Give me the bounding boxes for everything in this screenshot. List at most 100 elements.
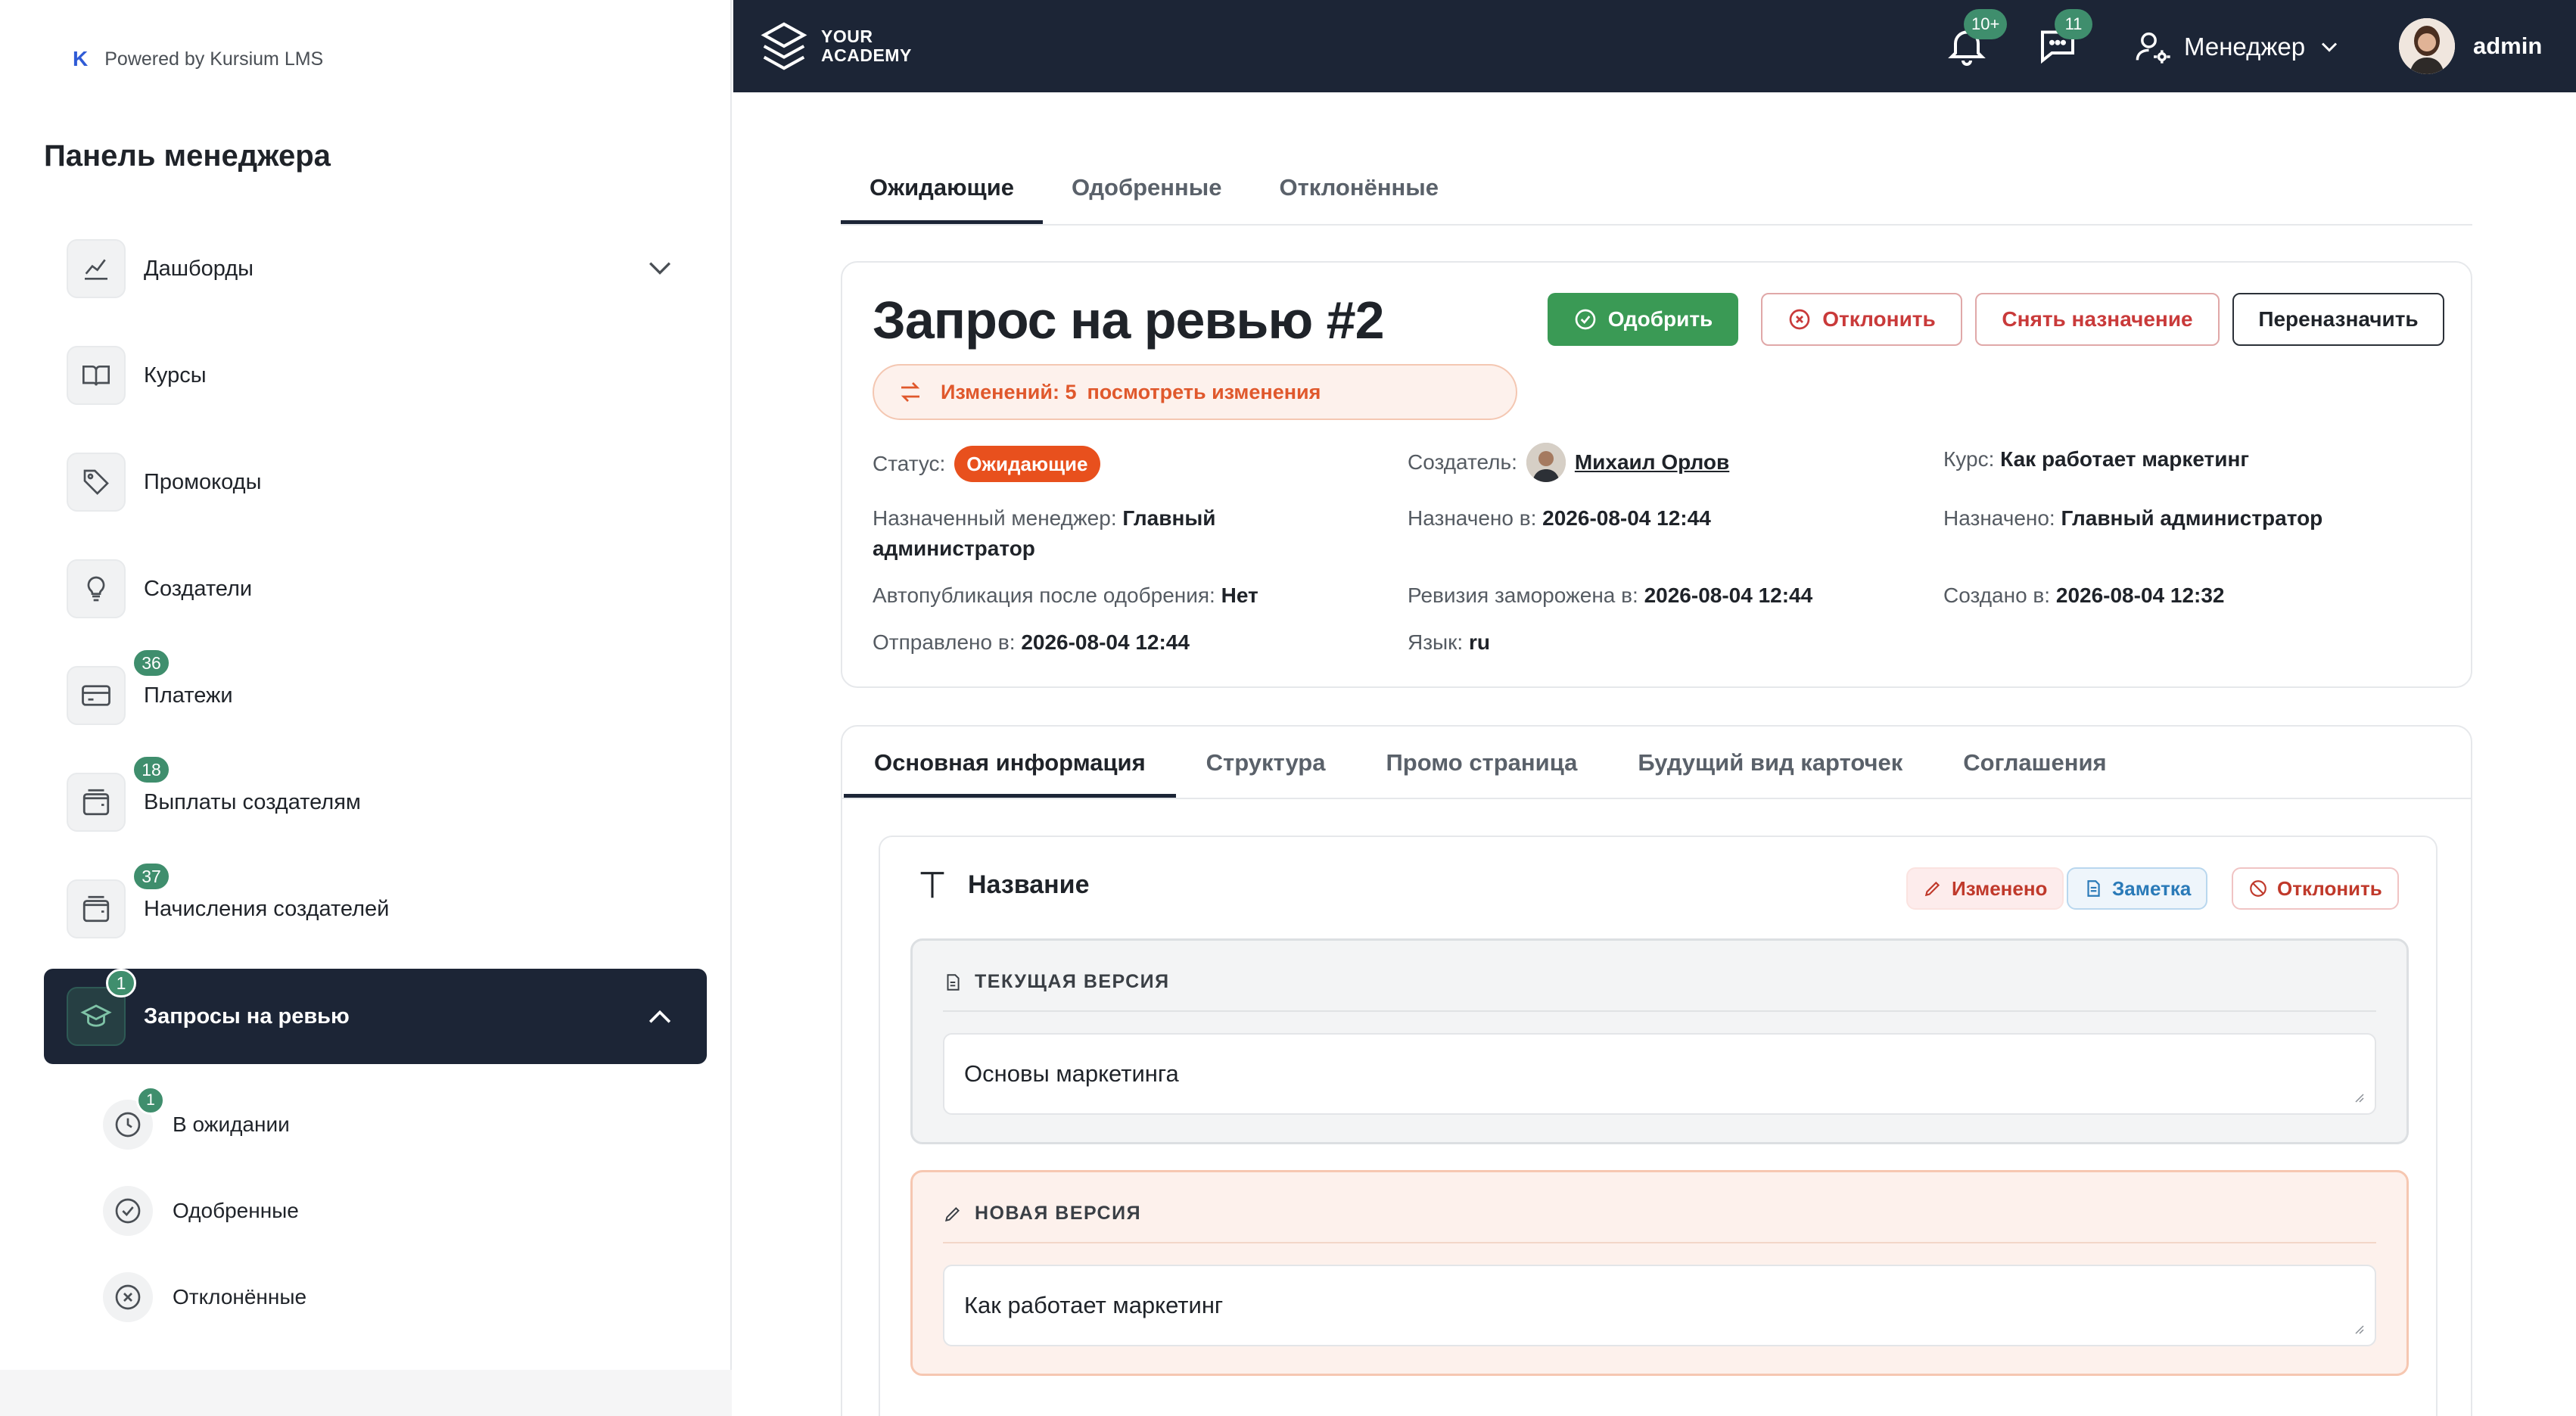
resize-handle-icon[interactable] (2350, 1089, 2364, 1103)
assigned-value: Главный администратор (2061, 506, 2323, 530)
x-circle-icon (103, 1272, 153, 1322)
page-title: Запрос на ревью #2 (873, 291, 1385, 350)
username: admin (2473, 33, 2543, 59)
manager-row: Назначенный менеджер: Главный администрат… (873, 503, 1296, 564)
payments-badge: 36 (132, 648, 171, 678)
course-value: Как работает маркетинг (2000, 447, 2250, 471)
sent-label: Отправлено в: (873, 630, 1016, 654)
creator-avatar (1526, 443, 1566, 482)
new-version-label: НОВАЯ ВЕРСИЯ (975, 1203, 1142, 1224)
tab-rejected[interactable]: Отклонённые (1250, 163, 1467, 224)
reject-field-label: Отклонить (2277, 876, 2382, 900)
sidebar-item-payouts[interactable]: 18 Выплаты создателям (44, 755, 707, 850)
unassign-button[interactable]: Снять назначение (1975, 293, 2220, 346)
check-circle-icon (1575, 309, 1596, 330)
resize-handle-icon[interactable] (2350, 1321, 2364, 1334)
notifications-badge: 10+ (1964, 9, 2008, 39)
current-version-label: ТЕКУЩАЯ ВЕРСИЯ (975, 971, 1170, 992)
sub-item-label: Отклонённые (173, 1285, 307, 1309)
changes-count: Изменений: 5 (941, 380, 1077, 403)
sidebar-item-label: Запросы на ревью (144, 1004, 350, 1029)
messages-button[interactable]: 11 (2035, 9, 2092, 68)
manager-label: Назначенный менеджер: (873, 506, 1117, 530)
tab-pending[interactable]: Ожидающие (841, 163, 1043, 224)
brand-line-1: YOUR (821, 26, 873, 46)
powered-by[interactable]: K Powered by Kursium LMS (73, 47, 323, 71)
tab-approved[interactable]: Одобренные (1043, 163, 1250, 224)
academy-logo-icon (761, 22, 807, 70)
user-menu[interactable]: admin (2399, 18, 2542, 74)
clock-icon: 1 (103, 1086, 165, 1150)
reject-label: Отклонить (1822, 307, 1936, 331)
sub-item-rejected[interactable]: Отклонённые (103, 1267, 306, 1327)
detail-tabs: Основная информация Структура Промо стра… (842, 727, 2471, 799)
reject-field-button[interactable]: Отклонить (2232, 867, 2399, 910)
changes-banner[interactable]: Изменений: 5 посмотреть изменения (873, 364, 1517, 420)
chevron-down-icon (2322, 42, 2338, 52)
sidebar-footer (0, 1370, 732, 1416)
sidebar-item-label: Промокоды (144, 469, 262, 494)
brand-line-2: ACADEMY (821, 45, 912, 65)
reassign-button[interactable]: Переназначить (2232, 293, 2444, 346)
sidebar-item-label: Создатели (144, 576, 253, 601)
current-version-header: ТЕКУЩАЯ ВЕРСИЯ (943, 971, 1170, 993)
note-label: Заметка (2112, 876, 2192, 900)
new-version-field[interactable]: Как работает маркетинг (943, 1265, 2376, 1346)
reject-button[interactable]: Отклонить (1761, 293, 1962, 346)
note-button[interactable]: Заметка (2067, 867, 2208, 910)
field-title: Название (968, 870, 1090, 899)
tab-agreements[interactable]: Соглашения (1933, 727, 2136, 798)
sidebar-item-courses[interactable]: Курсы (44, 328, 707, 423)
sidebar-item-creators[interactable]: Создатели (44, 541, 707, 636)
notifications-button[interactable]: 10+ (1944, 9, 2008, 68)
sidebar-item-payments[interactable]: 36 Платежи (44, 648, 707, 743)
autopub-label: Автопубликация после одобрения: (873, 584, 1215, 607)
academy-logo[interactable]: YOUR ACADEMY (758, 20, 912, 73)
language-value: ru (1469, 630, 1490, 654)
frozen-value: 2026-08-04 12:44 (1644, 584, 1813, 607)
approve-button[interactable]: Одобрить (1548, 293, 1738, 346)
changed-label: Изменено (1952, 876, 2048, 900)
tag-icon (67, 453, 126, 512)
file-icon (947, 973, 960, 991)
field-header: Название (915, 867, 1090, 902)
request-card: Запрос на ревью #2 Изменений: 5 посмотре… (841, 261, 2472, 688)
changed-badge: Изменено (1906, 867, 2064, 910)
sidebar-item-dashboards[interactable]: Дашборды (44, 221, 707, 316)
text-icon (920, 872, 944, 898)
tab-main-info[interactable]: Основная информация (844, 727, 1176, 798)
powered-by-text: Powered by Kursium LMS (104, 48, 324, 70)
creator-link[interactable]: Михаил Орлов (1575, 447, 1729, 478)
status-label: Статус: (873, 452, 946, 475)
role-switcher[interactable]: Менеджер (2134, 27, 2343, 67)
current-version-value: Основы маркетинга (964, 1060, 1179, 1087)
pencil-icon (944, 1206, 960, 1221)
sub-item-approved[interactable]: Одобренные (103, 1181, 299, 1241)
chevron-down-icon[interactable] (643, 252, 677, 285)
sidebar-item-label: Начисления создателей (144, 896, 390, 921)
autopub-value: Нет (1221, 584, 1258, 607)
credit-card-icon: 36 (67, 648, 171, 725)
accruals-badge: 37 (132, 861, 171, 892)
tab-structure[interactable]: Структура (1176, 727, 1356, 798)
tab-future-cards[interactable]: Будущий вид карточек (1607, 727, 1933, 798)
sidebar-item-accruals[interactable]: 37 Начисления создателей (44, 861, 707, 957)
frozen-row: Ревизия заморожена в: 2026-08-04 12:44 (1408, 580, 1812, 611)
tab-promo-page[interactable]: Промо страница (1356, 727, 1608, 798)
sidebar: K Powered by Kursium LMS Панель менеджер… (0, 0, 732, 1370)
graduation-cap-icon: 1 (67, 969, 136, 1046)
ban-icon (2250, 880, 2266, 897)
sidebar-item-review-requests[interactable]: 1 Запросы на ревью (44, 969, 707, 1064)
pencil-icon (1924, 881, 1940, 897)
language-row: Язык: ru (1408, 627, 1490, 658)
kursium-logo-icon: K (73, 47, 89, 70)
current-version-field[interactable]: Основы маркетинга (943, 1033, 2376, 1115)
view-changes-link[interactable]: посмотреть изменения (1087, 381, 1321, 404)
manager-value-1: Главный (1122, 506, 1216, 530)
x-circle-icon (1789, 309, 1810, 330)
sidebar-item-promocodes[interactable]: Промокоды (44, 434, 707, 530)
divider (943, 1242, 2376, 1243)
chevron-up-icon[interactable] (643, 1000, 677, 1033)
sub-item-pending[interactable]: 1 В ожидании (103, 1086, 290, 1155)
assigned-label: Назначено: (1943, 506, 2055, 530)
